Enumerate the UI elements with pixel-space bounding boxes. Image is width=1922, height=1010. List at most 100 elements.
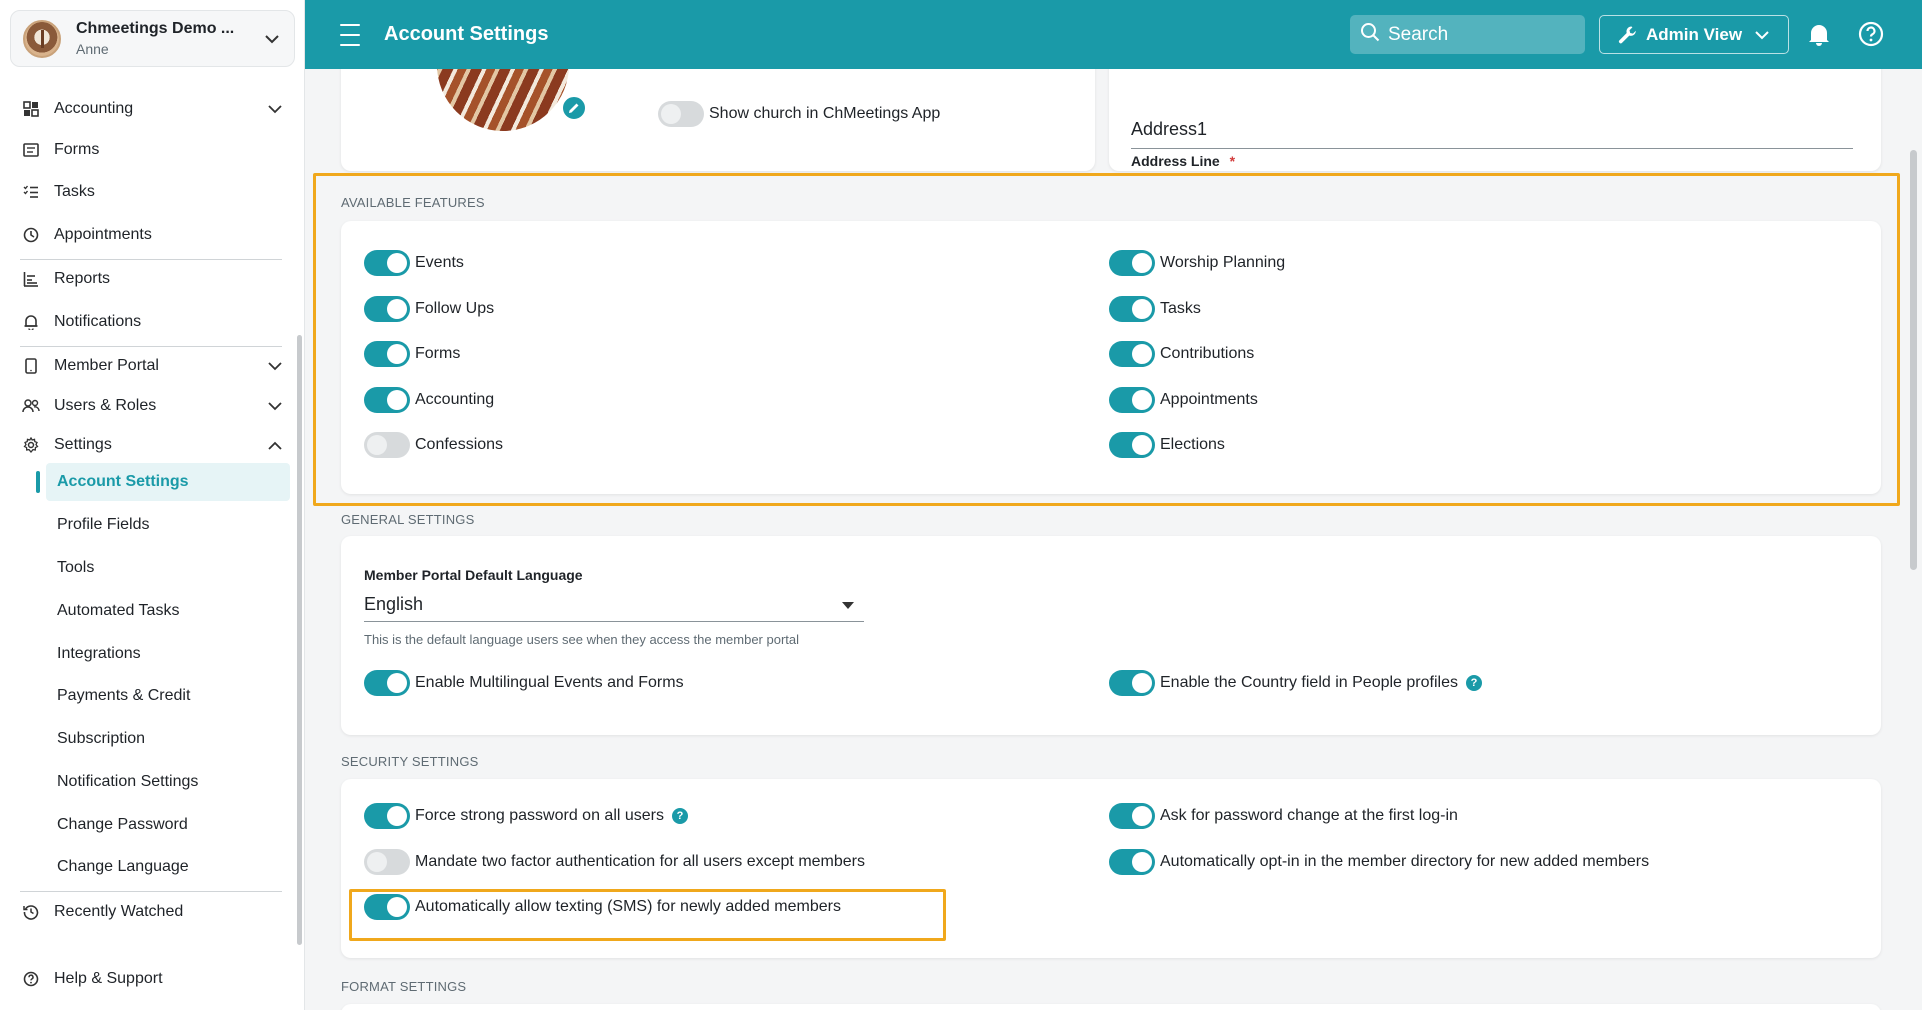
sidebar-item-account-settings[interactable]: Account Settings bbox=[46, 463, 290, 501]
admin-view-button[interactable]: Admin View bbox=[1599, 15, 1789, 54]
admin-view-label: Admin View bbox=[1646, 24, 1743, 44]
org-switcher[interactable]: Chmeetings Demo ... Anne bbox=[10, 10, 295, 67]
toggle-sms[interactable]: Automatically allow texting (SMS) for ne… bbox=[364, 894, 841, 920]
toggle-feature-worship-planning[interactable]: Worship Planning bbox=[1109, 250, 1285, 276]
sidebar-item-tasks[interactable]: Tasks bbox=[20, 176, 290, 208]
sidebar-item-automated-tasks[interactable]: Automated Tasks bbox=[46, 592, 290, 630]
sidebar-item-payments-credit[interactable]: Payments & Credit bbox=[46, 677, 290, 715]
toggle-switch[interactable] bbox=[1109, 670, 1155, 696]
chevron-down-icon bbox=[264, 98, 286, 120]
sidebar-item-help-support[interactable]: Help & Support bbox=[20, 963, 290, 995]
sidebar-item-subscription[interactable]: Subscription bbox=[46, 720, 290, 758]
toggle-feature-events[interactable]: Events bbox=[364, 250, 464, 276]
content-scrollbar[interactable] bbox=[1910, 150, 1917, 570]
church-info-card: Show church in ChMeetings App bbox=[341, 69, 1095, 171]
sidebar-item-label: Notifications bbox=[54, 313, 142, 330]
sidebar-item-label: Reports bbox=[54, 270, 111, 287]
sidebar-item-accounting[interactable]: Accounting bbox=[20, 93, 290, 125]
toggle-label: Force strong password on all users bbox=[415, 807, 664, 824]
toggle-switch[interactable] bbox=[364, 894, 410, 920]
sidebar-item-label: Help & Support bbox=[54, 970, 163, 987]
toggle-label: Ask for password change at the first log… bbox=[1160, 807, 1458, 824]
toggle-switch[interactable] bbox=[1109, 849, 1155, 875]
toggle-feature-elections[interactable]: Elections bbox=[1109, 432, 1225, 458]
toggle-switch[interactable] bbox=[1109, 296, 1155, 322]
sidebar-item-label: Users & Roles bbox=[54, 397, 157, 414]
format-card bbox=[341, 1004, 1881, 1010]
toggle-label: Enable Multilingual Events and Forms bbox=[415, 674, 684, 691]
menu-icon[interactable] bbox=[340, 23, 364, 46]
toggle-feature-confessions[interactable]: Confessions bbox=[364, 432, 503, 458]
checklist-icon bbox=[20, 181, 42, 203]
toggle-feature-appointments[interactable]: Appointments bbox=[1109, 387, 1258, 413]
form-icon bbox=[20, 139, 42, 161]
toggle-switch[interactable] bbox=[364, 296, 410, 322]
chevron-up-icon bbox=[264, 434, 286, 456]
toggle-password-change[interactable]: Ask for password change at the first log… bbox=[1109, 803, 1458, 829]
toggle-feature-tasks[interactable]: Tasks bbox=[1109, 296, 1201, 322]
search-box[interactable] bbox=[1350, 15, 1585, 54]
toggle-strong-password[interactable]: Force strong password on all users ? bbox=[364, 803, 688, 829]
toggle-switch[interactable] bbox=[364, 341, 410, 367]
help-tooltip-icon[interactable]: ? bbox=[1465, 675, 1482, 691]
toggle-feature-forms[interactable]: Forms bbox=[364, 341, 460, 367]
toggle-switch[interactable] bbox=[1109, 387, 1155, 413]
toggle-feature-accounting[interactable]: Accounting bbox=[364, 387, 494, 413]
sidebar-item-forms[interactable]: Forms bbox=[20, 134, 290, 166]
wrench-icon bbox=[1618, 25, 1638, 45]
toggle-switch[interactable] bbox=[658, 101, 704, 127]
sidebar-item-notifications[interactable]: Notifications bbox=[20, 306, 290, 338]
bell-icon[interactable] bbox=[1808, 22, 1830, 51]
search-input[interactable] bbox=[1388, 23, 1568, 46]
sidebar-item-profile-fields[interactable]: Profile Fields bbox=[46, 506, 290, 544]
section-title-features: AVAILABLE FEATURES bbox=[341, 195, 485, 210]
church-avatar bbox=[437, 69, 569, 131]
security-card: Force strong password on all users ? Man… bbox=[341, 779, 1881, 958]
toggle-feature-follow-ups[interactable]: Follow Ups bbox=[364, 296, 494, 322]
sidebar-item-appointments[interactable]: Appointments bbox=[20, 219, 290, 251]
toggle-switch[interactable] bbox=[1109, 803, 1155, 829]
language-label: Member Portal Default Language bbox=[364, 567, 583, 583]
sidebar-item-notification-settings[interactable]: Notification Settings bbox=[46, 763, 290, 801]
sidebar-item-users-roles[interactable]: Users & Roles bbox=[20, 390, 290, 422]
toggle-switch[interactable] bbox=[364, 670, 410, 696]
sidebar-item-reports[interactable]: Reports bbox=[20, 263, 290, 295]
sidebar-item-recently-watched[interactable]: Recently Watched bbox=[20, 896, 290, 928]
sidebar-item-integrations[interactable]: Integrations bbox=[46, 635, 290, 673]
toggle-label: Tasks bbox=[1160, 300, 1201, 317]
church-logo-icon bbox=[23, 19, 61, 58]
toggle-two-factor[interactable]: Mandate two factor authentication for al… bbox=[364, 849, 865, 875]
toggle-switch[interactable] bbox=[1109, 432, 1155, 458]
toggle-country-field[interactable]: Enable the Country field in People profi… bbox=[1109, 670, 1482, 696]
chevron-down-icon[interactable] bbox=[262, 29, 282, 49]
toggle-show-church[interactable]: Show church in ChMeetings App bbox=[658, 101, 940, 127]
address-input[interactable]: Address1 bbox=[1131, 117, 1853, 149]
sidebar-scrollbar[interactable] bbox=[297, 335, 302, 945]
help-icon[interactable] bbox=[1858, 21, 1884, 52]
toggle-switch[interactable] bbox=[1109, 250, 1155, 276]
toggle-switch[interactable] bbox=[1109, 341, 1155, 367]
toggle-switch[interactable] bbox=[364, 849, 410, 875]
toggle-feature-contributions[interactable]: Contributions bbox=[1109, 341, 1254, 367]
sidebar-item-label: Tasks bbox=[54, 183, 95, 200]
toggle-label: Worship Planning bbox=[1160, 254, 1286, 271]
org-name: Chmeetings Demo ... bbox=[76, 20, 235, 37]
section-title-general: GENERAL SETTINGS bbox=[341, 512, 475, 527]
edit-avatar-icon[interactable] bbox=[561, 95, 587, 121]
toggle-switch[interactable] bbox=[364, 432, 410, 458]
help-tooltip-icon[interactable]: ? bbox=[672, 808, 688, 824]
language-select[interactable]: English bbox=[364, 588, 864, 622]
toggle-label: Contributions bbox=[1160, 345, 1255, 362]
toggle-switch[interactable] bbox=[364, 250, 410, 276]
toggle-switch[interactable] bbox=[364, 803, 410, 829]
sidebar-item-change-password[interactable]: Change Password bbox=[46, 806, 290, 844]
toggle-multilingual[interactable]: Enable Multilingual Events and Forms bbox=[364, 670, 684, 696]
sidebar-item-settings[interactable]: Settings bbox=[20, 429, 290, 461]
toggle-switch[interactable] bbox=[364, 387, 410, 413]
sidebar-item-label: Appointments bbox=[54, 226, 152, 243]
sidebar-item-change-language[interactable]: Change Language bbox=[46, 848, 290, 886]
toggle-label: Appointments bbox=[1160, 391, 1258, 408]
sidebar-item-member-portal[interactable]: Member Portal bbox=[20, 350, 290, 382]
sidebar-item-tools[interactable]: Tools bbox=[46, 549, 290, 587]
toggle-opt-in[interactable]: Automatically opt-in in the member direc… bbox=[1109, 849, 1649, 875]
